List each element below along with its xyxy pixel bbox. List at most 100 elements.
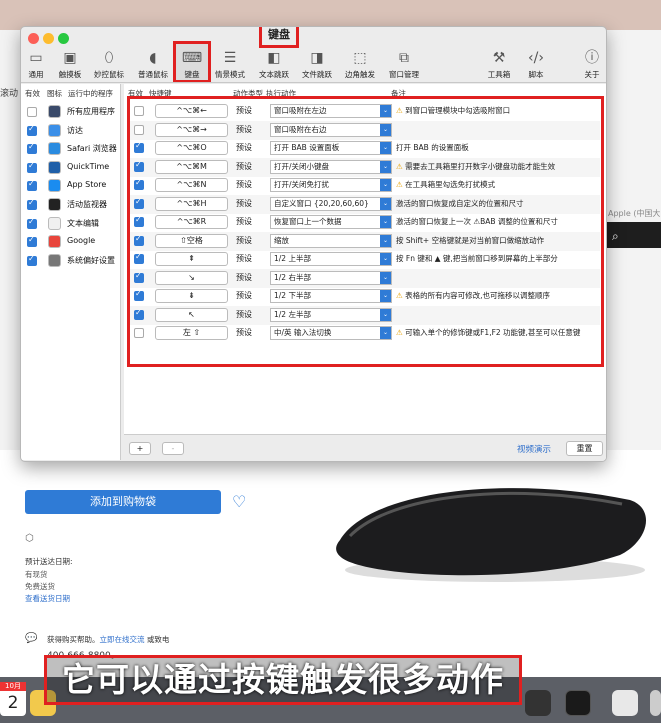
remove-row-button[interactable]: - bbox=[162, 442, 184, 455]
action-select[interactable]: 1/2 下半部 ⌄ bbox=[270, 289, 392, 303]
app-enabled-checkbox[interactable] bbox=[27, 161, 37, 173]
shortcut-enabled-checkbox[interactable] bbox=[134, 308, 144, 320]
app-enabled-checkbox[interactable] bbox=[27, 124, 37, 136]
shortcut-enabled-checkbox[interactable] bbox=[134, 106, 144, 116]
app-row[interactable]: 系统偏好设置 bbox=[21, 252, 121, 271]
shortcut-row[interactable]: ^⌥⌘← 预设 窗口吸附在左边 ⌄ ⚠ 到窗口管理模块中勾选吸附窗口 bbox=[130, 102, 600, 121]
shortcut-row[interactable]: ⇞ 预设 1/2 上半部 ⌄ 按 Fn 键和 ▲ 键,把当前窗口移到屏幕的上半部分 bbox=[130, 250, 600, 269]
app-enabled-checkbox[interactable] bbox=[27, 142, 37, 155]
preview-dock-icon[interactable] bbox=[650, 690, 661, 716]
shortcut-note: 打开 BAB 的设置面板 bbox=[396, 142, 603, 153]
shortcut-row[interactable]: 左 ⇧ 预设 中/英 输入法切换 ⌄ ⚠ 可输入单个的修饰键或F1,F2 功能键,甚至可… bbox=[130, 324, 600, 343]
reset-button[interactable]: 重置 bbox=[566, 441, 603, 456]
shortcut-key-field[interactable]: ^⌥⌘← bbox=[155, 104, 228, 118]
action-select[interactable]: 中/英 输入法切换 ⌄ bbox=[270, 326, 392, 340]
shortcut-row[interactable]: ^⌥⌘→ 预设 窗口吸附在右边 ⌄ bbox=[130, 120, 600, 140]
action-select[interactable]: 打开/关闭小键盘 ⌄ bbox=[270, 159, 392, 174]
app-row[interactable]: 所有应用程序 bbox=[21, 103, 121, 122]
chat-link[interactable]: 立即在线交流 bbox=[100, 635, 145, 644]
shortcut-key-field[interactable]: 左 ⇧ bbox=[155, 326, 228, 340]
app-row[interactable]: 活动监视器 bbox=[21, 196, 121, 215]
activity-monitor-dock-icon[interactable] bbox=[565, 690, 591, 716]
shortcut-enabled-checkbox[interactable] bbox=[134, 234, 144, 246]
shortcut-enabled-checkbox[interactable] bbox=[134, 178, 144, 190]
shortcut-key-field[interactable]: ^⌥⌘→ bbox=[155, 122, 228, 137]
calendar-icon[interactable]: 10月 2 bbox=[0, 682, 26, 716]
action-select[interactable]: 1/2 左半部 ⌄ bbox=[270, 307, 392, 322]
minimize-button[interactable] bbox=[43, 33, 54, 44]
toolbar-about[interactable]: ⓘ 关于 bbox=[570, 47, 606, 80]
app-row[interactable]: 访达 bbox=[21, 122, 121, 141]
view-delivery-link[interactable]: 查看送货日期 bbox=[25, 593, 70, 604]
settings-app-icon[interactable] bbox=[525, 690, 551, 716]
toolbar-window[interactable]: ⧉ 窗口管理 bbox=[382, 47, 426, 80]
app-enabled-checkbox[interactable] bbox=[27, 217, 37, 229]
shortcut-row[interactable]: ^⌥⌘R 预设 恢复窗口上一个数据 ⌄ 激活的窗口恢复上一次 ⚠BAB 调整的位置和尺寸 bbox=[130, 213, 600, 232]
app-row[interactable]: App Store bbox=[21, 177, 121, 196]
shortcut-key-field[interactable]: ↘ bbox=[155, 270, 228, 285]
shortcut-key-field[interactable]: ^⌥⌘M bbox=[155, 159, 228, 174]
shortcut-enabled-checkbox[interactable] bbox=[134, 160, 144, 172]
toolbar-scenario[interactable]: ☰ 情景模式 bbox=[208, 47, 252, 80]
shortcut-enabled-checkbox[interactable] bbox=[134, 289, 144, 301]
action-select[interactable]: 自定义窗口 {20,20,60,60} ⌄ bbox=[270, 196, 392, 211]
app-enabled-checkbox[interactable] bbox=[27, 198, 37, 210]
app-enabled-checkbox[interactable] bbox=[27, 179, 37, 192]
search-icon[interactable]: ⌕ bbox=[612, 229, 619, 244]
action-select[interactable]: 窗口吸附在右边 ⌄ bbox=[270, 122, 392, 137]
action-select[interactable]: 1/2 上半部 ⌄ bbox=[270, 252, 392, 266]
chevron-down-icon: ⌄ bbox=[380, 142, 391, 154]
video-demo-link[interactable]: 视频演示 bbox=[517, 443, 551, 455]
action-select[interactable]: 缩放 ⌄ bbox=[270, 233, 392, 248]
shortcut-key-field[interactable]: ⇞ bbox=[155, 252, 228, 266]
shortcut-key-field[interactable]: ⇧空格 bbox=[155, 233, 228, 248]
toolbar-file-jump[interactable]: ◨ 文件跳跃 bbox=[295, 47, 339, 80]
app-enabled-checkbox[interactable] bbox=[27, 254, 37, 266]
shortcut-enabled-checkbox[interactable] bbox=[134, 271, 144, 283]
shortcut-enabled-checkbox[interactable] bbox=[134, 197, 144, 209]
shortcut-key-field[interactable]: ^⌥⌘N bbox=[155, 178, 228, 192]
shortcut-enabled-checkbox[interactable] bbox=[134, 215, 144, 227]
app-row[interactable]: Safari 浏览器 bbox=[21, 140, 121, 159]
action-select[interactable]: 1/2 右半部 ⌄ bbox=[270, 270, 392, 285]
shortcut-row[interactable]: ^⌥⌘N 预设 打开/关闭免打扰 ⌄ ⚠ 在工具箱里勾选免打扰模式 bbox=[130, 176, 600, 195]
shortcut-row[interactable]: ^⌥⌘O 预设 打开 BAB 设置面板 ⌄ 打开 BAB 的设置面板 bbox=[130, 139, 600, 158]
app-enabled-checkbox[interactable] bbox=[27, 235, 37, 248]
app-row[interactable]: 文本编辑 bbox=[21, 215, 121, 234]
shortcut-row[interactable]: ↖ 预设 1/2 左半部 ⌄ bbox=[130, 305, 600, 325]
shortcut-row[interactable]: ⇟ 预设 1/2 下半部 ⌄ ⚠ 表格的所有内容可修改,也可拖移以调整顺序 bbox=[130, 287, 600, 306]
zoom-button[interactable] bbox=[58, 33, 69, 44]
toolbar-script[interactable]: ‹/› 脚本 bbox=[514, 47, 558, 80]
toolbar-trackpad[interactable]: ▣ 触摸板 bbox=[48, 47, 92, 80]
shortcut-row[interactable]: ⇧空格预设 缩放 ⌄ 按 Shift+ 空格键就是对当前窗口做缩放动作 bbox=[130, 231, 600, 251]
shortcut-enabled-checkbox[interactable] bbox=[134, 124, 144, 135]
add-to-cart-button[interactable]: 添加到购物袋 bbox=[25, 490, 221, 514]
shortcut-row[interactable]: ^⌥⌘M 预设 打开/关闭小键盘 ⌄ ⚠ 需要去工具箱里打开数字小键盘功能才能生效 bbox=[130, 157, 600, 177]
app-row[interactable]: Google bbox=[21, 233, 121, 252]
shortcut-enabled-checkbox[interactable] bbox=[134, 141, 144, 153]
shortcut-enabled-checkbox[interactable] bbox=[134, 328, 144, 338]
action-select[interactable]: 打开/关闭免打扰 ⌄ bbox=[270, 178, 392, 192]
add-row-button[interactable]: + bbox=[129, 442, 151, 455]
shortcut-enabled-checkbox[interactable] bbox=[134, 252, 144, 264]
toolbar-corner[interactable]: ⬚ 边角触发 bbox=[338, 47, 382, 80]
shortcut-row[interactable]: ^⌥⌘H 预设 自定义窗口 {20,20,60,60} ⌄ 激活的窗口恢复成自定义的位置… bbox=[130, 194, 600, 214]
shortcut-key-field[interactable]: ↖ bbox=[155, 307, 228, 322]
shortcut-key-field[interactable]: ^⌥⌘R bbox=[155, 215, 228, 229]
toolbar-toolbox-label: 工具箱 bbox=[487, 70, 511, 79]
app-enabled-checkbox[interactable] bbox=[27, 107, 37, 117]
toolbar-magic-mouse[interactable]: ⬯ 妙控鼠标 bbox=[87, 47, 131, 80]
shortcut-key-field[interactable]: ^⌥⌘H bbox=[155, 196, 228, 211]
action-select[interactable]: 打开 BAB 设置面板 ⌄ bbox=[270, 141, 392, 155]
toolbar-mouse[interactable]: ◖ 普通鼠标 bbox=[131, 47, 175, 80]
shortcut-key-field[interactable]: ⇟ bbox=[155, 289, 228, 303]
action-select[interactable]: 窗口吸附在左边 ⌄ bbox=[270, 104, 392, 118]
close-button[interactable] bbox=[28, 33, 39, 44]
shortcut-key-field[interactable]: ^⌥⌘O bbox=[155, 141, 228, 155]
toolbar-text-jump[interactable]: ◧ 文本跳跃 bbox=[252, 47, 296, 80]
action-select[interactable]: 恢复窗口上一个数据 ⌄ bbox=[270, 215, 392, 229]
app-row[interactable]: QuickTime bbox=[21, 159, 121, 178]
textedit-dock-icon[interactable] bbox=[612, 690, 638, 716]
heart-icon[interactable]: ♡ bbox=[232, 492, 246, 511]
shortcut-row[interactable]: ↘ 预设 1/2 右半部 ⌄ bbox=[130, 268, 600, 288]
